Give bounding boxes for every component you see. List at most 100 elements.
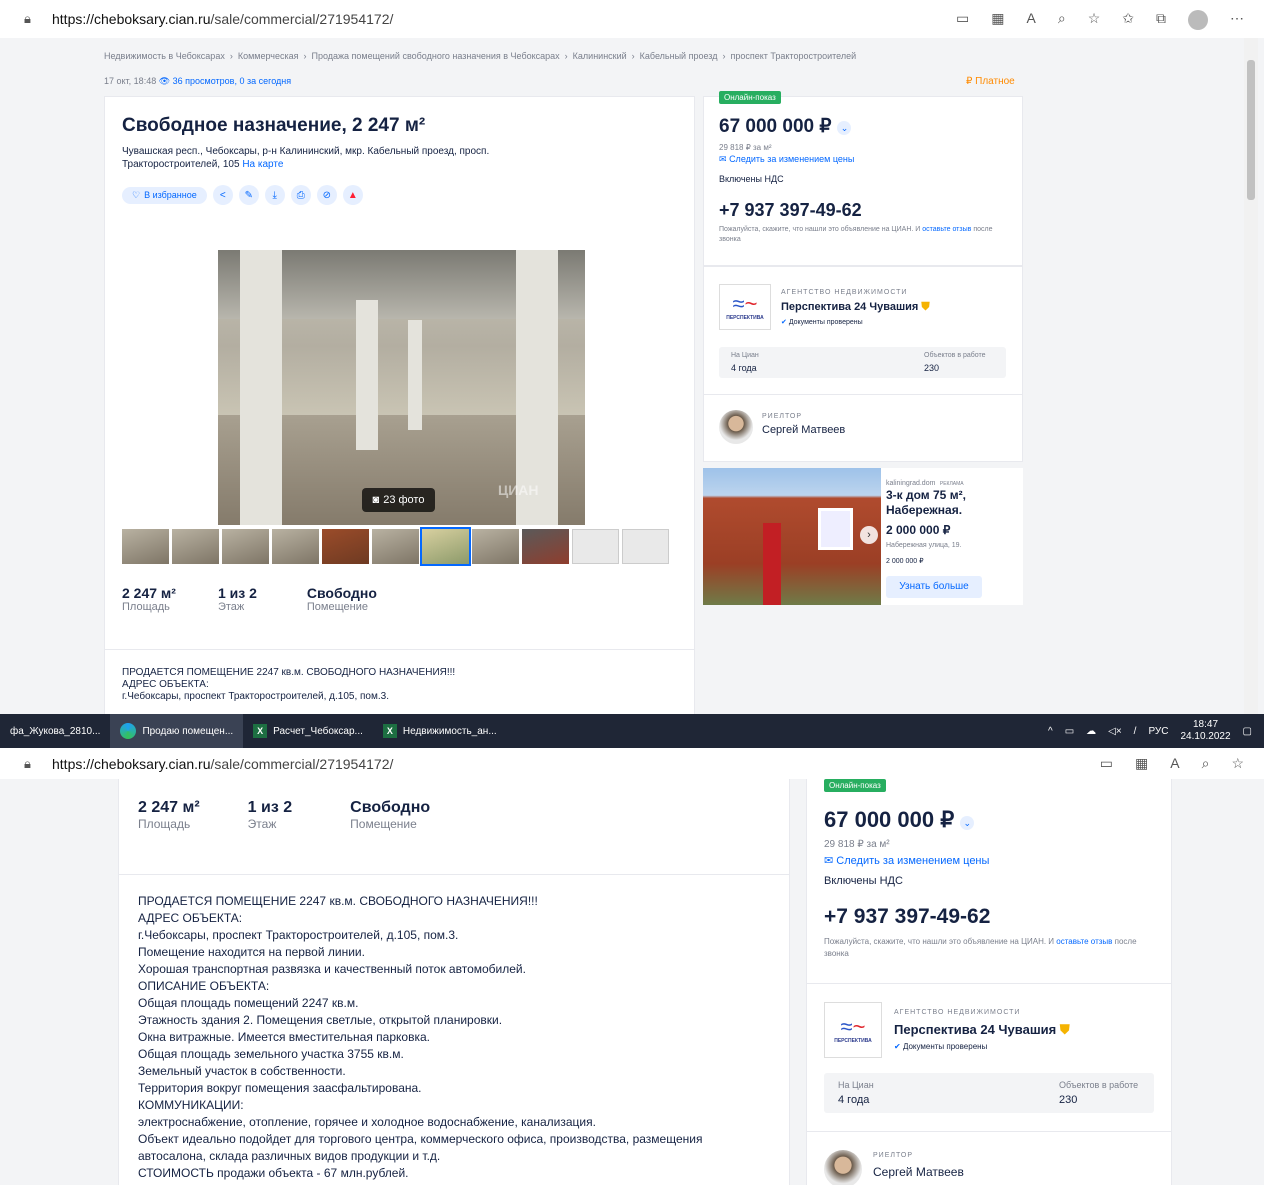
ad-price-secondary: 2 000 000 ₽ bbox=[886, 558, 924, 565]
agency-name[interactable]: Перспектива 24 Чувашия ⛊ bbox=[894, 1022, 1070, 1038]
add-favorite-icon[interactable]: ☆ bbox=[1088, 10, 1101, 30]
realtor-avatar[interactable] bbox=[719, 410, 753, 444]
edit-icon[interactable]: ✎ bbox=[238, 185, 259, 205]
collections-icon[interactable]: ⧉ bbox=[1156, 10, 1166, 30]
cloud-icon[interactable]: ☁︎ bbox=[1086, 726, 1096, 737]
page-viewport-2: 2 247 м² Площадь 1 из 2 Этаж Свободно Помещ… bbox=[0, 779, 1264, 1185]
breadcrumb-item[interactable]: Кабельный проезд bbox=[640, 51, 718, 61]
agency-name[interactable]: Перспектива 24 Чувашия ⛊ bbox=[781, 301, 930, 314]
learn-more-button[interactable]: Узнать больше bbox=[886, 576, 982, 598]
scrollbar-thumb[interactable] bbox=[1247, 60, 1255, 200]
taskbar-item-edge[interactable]: Продаю помещен... bbox=[110, 714, 244, 748]
hide-icon[interactable]: ⊘ bbox=[316, 185, 337, 205]
objects-value: 230 bbox=[924, 363, 940, 373]
download-icon[interactable]: ⤓ bbox=[264, 185, 285, 205]
volume-icon[interactable]: ◁× bbox=[1108, 726, 1122, 737]
review-link[interactable]: оставьте отзыв bbox=[922, 226, 971, 233]
photos-count-badge[interactable]: ◙ 23 фото bbox=[362, 488, 435, 512]
thumbnail[interactable] bbox=[522, 529, 569, 564]
breadcrumb-item[interactable]: Коммерческая bbox=[238, 51, 299, 61]
map-link[interactable]: На карте bbox=[242, 159, 283, 170]
chevron-up-icon[interactable]: ^ bbox=[1048, 726, 1053, 737]
online-showing-badge: Онлайн-показ bbox=[719, 91, 781, 104]
agency-logo[interactable]: ≈~ ПЕРСПЕКТИВА bbox=[824, 1002, 882, 1058]
thumbnail[interactable] bbox=[372, 529, 419, 564]
report-icon[interactable]: ▲ bbox=[342, 185, 363, 205]
thumbnail-plan[interactable] bbox=[572, 529, 619, 564]
realtor-card: РИЕЛТОР Сергей Матвеев bbox=[806, 1131, 1172, 1185]
add-favorite-icon[interactable]: ☆ bbox=[1231, 755, 1244, 772]
thumbnail[interactable] bbox=[122, 529, 169, 564]
read-aloud-icon[interactable]: A bbox=[1027, 10, 1036, 30]
review-link[interactable]: оставьте отзыв bbox=[1056, 937, 1112, 946]
more-icon[interactable]: ⋯ bbox=[1230, 10, 1244, 30]
agency-logo[interactable]: ≈~ ПЕРСПЕКТИВА bbox=[719, 284, 771, 330]
ad-title[interactable]: 3-к дом 75 м², Набережная. bbox=[886, 488, 996, 518]
excel-icon: X bbox=[382, 724, 397, 738]
track-price-link[interactable]: ✉︎ Следить за изменением цены bbox=[824, 854, 989, 867]
thumbnail[interactable] bbox=[272, 529, 319, 564]
realtor-name[interactable]: Сергей Матвеев bbox=[762, 424, 845, 436]
taskbar-item[interactable]: фа_Жукова_2810... bbox=[0, 714, 110, 748]
chevron-down-icon[interactable]: ⌄ bbox=[960, 815, 975, 830]
description-card: ПРОДАЕТСЯ ПОМЕЩЕНИЕ 2247 кв.м. СВОБОДНОГ… bbox=[104, 649, 695, 714]
phone-number[interactable]: +7 937 397-49-62 bbox=[719, 200, 862, 221]
breadcrumb-item[interactable]: Недвижимость в Чебоксарах bbox=[104, 51, 225, 61]
ad-image[interactable]: › bbox=[703, 468, 881, 605]
breadcrumb-item[interactable]: Калининский bbox=[573, 51, 627, 61]
track-price-link[interactable]: ✉︎ Следить за изменением цены bbox=[719, 154, 854, 165]
publish-date: 17 окт, 18:48 bbox=[104, 76, 157, 86]
favorites-icon[interactable]: ✩ bbox=[1122, 10, 1134, 30]
grid-icon[interactable]: ▦ bbox=[991, 10, 1004, 30]
browser-address-bar-2[interactable]: 🔒︎ https://cheboksary.cian.ru/sale/comme… bbox=[0, 749, 1264, 779]
pen-icon[interactable]: / bbox=[1134, 726, 1137, 737]
listing-stats: 2 247 м² Площадь 1 из 2 Этаж Свободно Помещ… bbox=[122, 585, 377, 613]
thumbnail[interactable] bbox=[222, 529, 269, 564]
scrollbar[interactable] bbox=[1244, 38, 1258, 714]
zoom-icon[interactable]: ⌕ bbox=[1202, 755, 1210, 772]
chevron-down-icon[interactable]: ⌄ bbox=[837, 120, 852, 135]
realtor-avatar[interactable] bbox=[824, 1150, 862, 1185]
language-indicator[interactable]: РУС bbox=[1148, 726, 1168, 737]
agency-type: АГЕНТСТВО НЕДВИЖИМОСТИ bbox=[894, 1009, 1021, 1016]
profile-avatar[interactable] bbox=[1188, 10, 1208, 30]
zoom-icon[interactable]: ⌕ bbox=[1058, 10, 1066, 30]
realtor-name[interactable]: Сергей Матвеев bbox=[873, 1165, 964, 1179]
favorite-button[interactable]: ♡ В избранное bbox=[122, 186, 207, 204]
thumbnail-plan[interactable] bbox=[622, 529, 669, 564]
thumbnail[interactable] bbox=[472, 529, 519, 564]
share-icon[interactable]: < bbox=[212, 185, 233, 205]
breadcrumb-item[interactable]: Продажа помещений свободного назначения … bbox=[311, 51, 559, 61]
browser-toolbar-icons: ▭ ▦ A ⌕ ☆ bbox=[1100, 755, 1244, 772]
read-aloud-icon[interactable]: A bbox=[1170, 755, 1179, 772]
ad-banner[interactable]: › kaliningrad.dom РЕКЛАМА 3-к дом 75 м²,… bbox=[703, 468, 1023, 605]
taskbar-item-excel[interactable]: X Расчет_Чебоксар... bbox=[243, 714, 373, 748]
phone-number[interactable]: +7 937 397-49-62 bbox=[824, 905, 990, 929]
vat-included: Включены НДС bbox=[824, 875, 903, 887]
tab-view-icon[interactable]: ▭ bbox=[1100, 755, 1113, 772]
browser-address-bar-1[interactable]: 🔒︎ https://cheboksary.cian.ru/sale/comme… bbox=[0, 4, 1264, 34]
print-icon[interactable]: ⎙ bbox=[290, 185, 311, 205]
vat-included: Включены НДС bbox=[719, 174, 784, 184]
url-text[interactable]: https://cheboksary.cian.ru/sale/commerci… bbox=[52, 756, 393, 772]
notifications-icon[interactable]: ▢ bbox=[1243, 726, 1252, 737]
photo-thumbnails bbox=[122, 527, 669, 566]
thumbnail[interactable] bbox=[172, 529, 219, 564]
main-photo[interactable]: ЦИАН ◙ 23 фото bbox=[218, 250, 585, 525]
thumbnail-selected[interactable] bbox=[420, 527, 471, 566]
next-arrow-icon[interactable]: › bbox=[860, 526, 878, 544]
breadcrumb-item[interactable]: проспект Тракторостроителей bbox=[730, 51, 856, 61]
description-line: Общая площадь помещений 2247 кв.м. bbox=[138, 996, 359, 1010]
tab-view-icon[interactable]: ▭ bbox=[956, 10, 969, 30]
premises-stat: Свободно Помещение bbox=[306, 585, 377, 613]
agency-card: ≈~ ПЕРСПЕКТИВА АГЕНТСТВО НЕДВИЖИМОСТИ Пе… bbox=[703, 266, 1023, 396]
thumbnail[interactable] bbox=[322, 529, 369, 564]
network-icon[interactable]: ▭ bbox=[1065, 726, 1074, 737]
description-line: Общая площадь земельного участка 3755 кв… bbox=[138, 1047, 404, 1061]
clock[interactable]: 18:47 24.10.2022 bbox=[1180, 719, 1230, 743]
listing-card: Свободное назначение, 2 247 м² Чувашская… bbox=[104, 96, 695, 656]
grid-icon[interactable]: ▦ bbox=[1135, 755, 1148, 772]
url-text[interactable]: https://cheboksary.cian.ru/sale/commerci… bbox=[52, 11, 393, 27]
objects-label: Объектов в работе bbox=[1059, 1080, 1139, 1090]
taskbar-item-excel[interactable]: X Недвижимость_ан... bbox=[373, 714, 507, 748]
